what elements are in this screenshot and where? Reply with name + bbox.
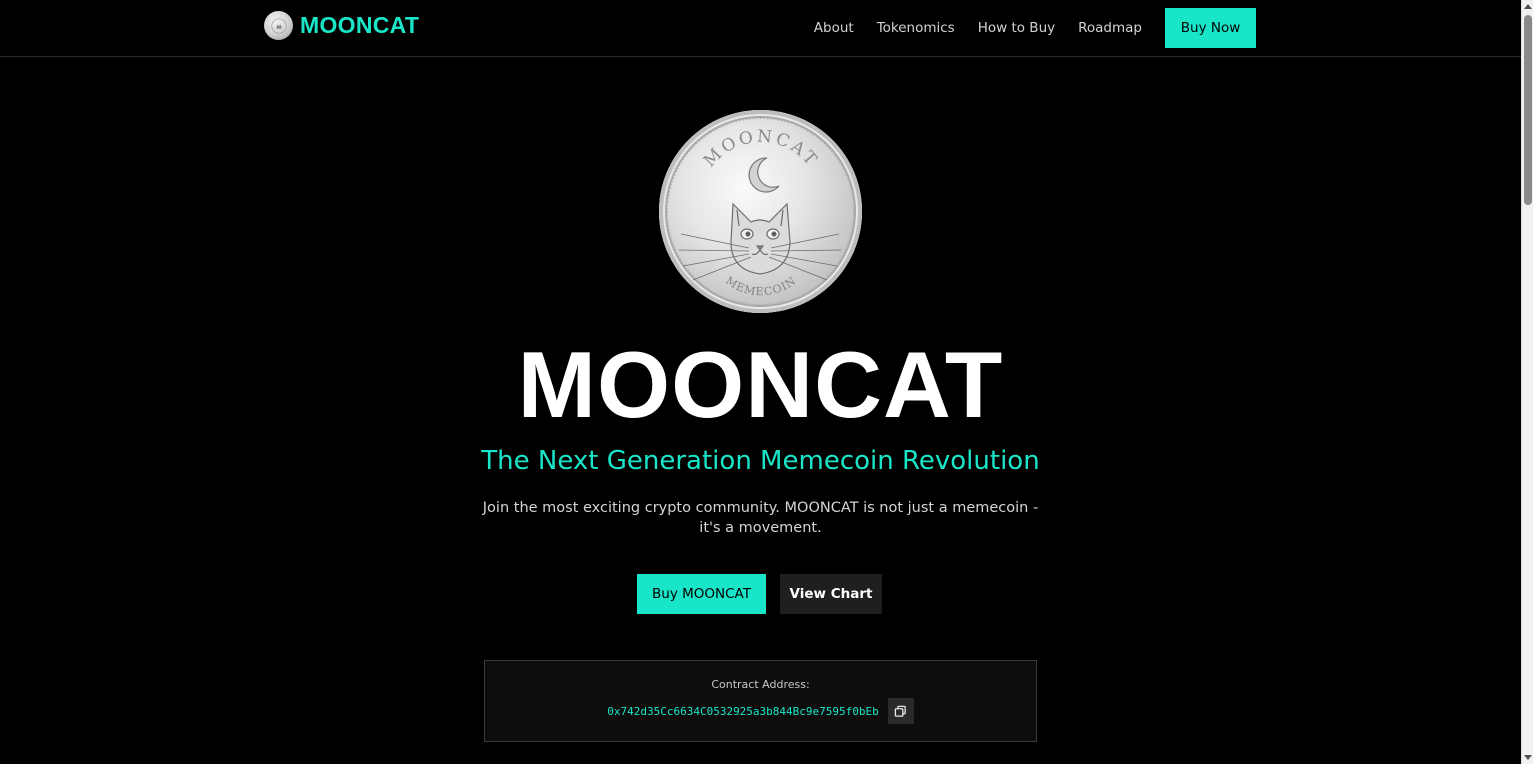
- coin-top-text: MOONCAT: [700, 127, 820, 172]
- nav-link-about[interactable]: About: [814, 9, 854, 47]
- hero-subtitle: The Next Generation Memecoin Revolution: [481, 446, 1040, 476]
- nav-link-roadmap[interactable]: Roadmap: [1078, 9, 1142, 47]
- nav-links: About Tokenomics How to Buy Roadmap Buy …: [814, 8, 1256, 48]
- contract-label: Contract Address:: [711, 678, 810, 691]
- contract-address-box: Contract Address: 0x742d35Cc6634C0532925…: [484, 660, 1037, 742]
- svg-text:MOONCAT: MOONCAT: [700, 127, 823, 172]
- brand[interactable]: MOONCAT: [264, 11, 419, 40]
- nav-link-tokenomics[interactable]: Tokenomics: [877, 9, 955, 47]
- hero-button-row: Buy MOONCAT View Chart: [637, 574, 882, 614]
- hero-title: MOONCAT: [517, 332, 1004, 437]
- buy-now-button[interactable]: Buy Now: [1165, 8, 1256, 48]
- contract-row: 0x742d35Cc6634C0532925a3b844Bc9e7595f0bE…: [485, 698, 1036, 724]
- mooncat-coin-icon: MOONCAT MEMECOIN: [659, 110, 862, 313]
- hero-description: Join the most exciting crypto community.…: [482, 500, 1039, 536]
- scroll-up-arrow-icon[interactable]: [1524, 4, 1532, 9]
- contract-address[interactable]: 0x742d35Cc6634C0532925a3b844Bc9e7595f0bE…: [607, 705, 879, 718]
- brand-name: MOONCAT: [300, 12, 420, 38]
- view-chart-button[interactable]: View Chart: [780, 574, 882, 614]
- svg-text:MEMECOIN: MEMECOIN: [723, 274, 799, 298]
- scroll-thumb[interactable]: [1524, 15, 1532, 205]
- copy-icon: [895, 705, 907, 717]
- buy-mooncat-button[interactable]: Buy MOONCAT: [637, 574, 766, 614]
- coin-logo-icon: [264, 11, 293, 40]
- scroll-down-arrow-icon[interactable]: [1524, 755, 1532, 760]
- page-scrollbar[interactable]: [1521, 0, 1533, 764]
- copy-address-button[interactable]: [887, 698, 914, 724]
- top-navbar: MOONCAT About Tokenomics How to Buy Road…: [0, 0, 1521, 57]
- nav-link-how-to-buy[interactable]: How to Buy: [978, 9, 1055, 47]
- coin-bottom-text: MEMECOIN: [723, 274, 798, 298]
